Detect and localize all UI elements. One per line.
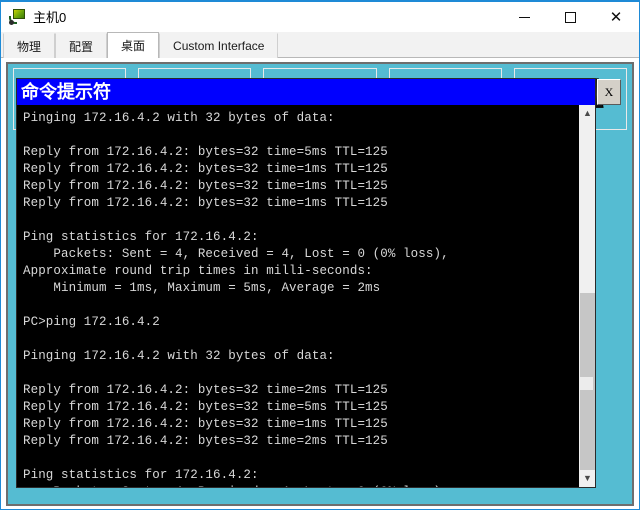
window-title: 主机0: [33, 9, 67, 25]
tab-bar: 物理 配置 桌面 Custom Interface: [1, 32, 639, 58]
console-line: PC>ping 172.16.4.2: [23, 315, 160, 329]
tab-physical[interactable]: 物理: [3, 33, 56, 58]
console-line: Minimum = 1ms, Maximum = 5ms, Average = …: [23, 281, 381, 295]
console-line: Reply from 172.16.4.2: bytes=32 time=1ms…: [23, 162, 388, 176]
tab-config[interactable]: 配置: [55, 33, 108, 58]
command-prompt-window: 命令提示符 X Pinging 172.16.4.2 with 32 bytes…: [16, 78, 621, 488]
console-line: Reply from 172.16.4.2: bytes=32 time=1ms…: [23, 196, 388, 210]
console-line: Ping statistics for 172.16.4.2:: [23, 468, 259, 482]
console-scrollbar[interactable]: ▲ ▼: [578, 105, 595, 487]
console-line: Reply from 172.16.4.2: bytes=32 time=1ms…: [23, 179, 388, 193]
console-line: Ping statistics for 172.16.4.2:: [23, 230, 259, 244]
window-title-bar: 主机0 ✕: [1, 2, 639, 32]
scrollbar-grip: [580, 377, 593, 390]
tab-custom-interface[interactable]: Custom Interface: [159, 33, 279, 58]
scroll-down-icon[interactable]: ▼: [579, 470, 595, 487]
console-line: Pinging 172.16.4.2 with 32 bytes of data…: [23, 111, 335, 125]
cmd-title-bar[interactable]: 命令提示符 X: [17, 79, 621, 105]
minimize-button[interactable]: [501, 2, 547, 32]
console-line: Reply from 172.16.4.2: bytes=32 time=1ms…: [23, 417, 388, 431]
console-line: Reply from 172.16.4.2: bytes=32 time=2ms…: [23, 434, 388, 448]
tab-desktop[interactable]: 桌面: [107, 32, 160, 58]
application-window: 主机0 ✕ 物理 配置 桌面 Custom Interface 命令提示符 X …: [0, 0, 640, 510]
window-controls: ✕: [501, 2, 639, 32]
console-line: Reply from 172.16.4.2: bytes=32 time=5ms…: [23, 145, 388, 159]
desktop-surface[interactable]: 命令提示符 X Pinging 172.16.4.2 with 32 bytes…: [6, 62, 634, 506]
cmd-close-button[interactable]: X: [597, 79, 621, 105]
console-line: Reply from 172.16.4.2: bytes=32 time=2ms…: [23, 383, 388, 397]
cmd-body: Pinging 172.16.4.2 with 32 bytes of data…: [17, 105, 595, 487]
maximize-button[interactable]: [547, 2, 593, 32]
desktop-panel: 命令提示符 X Pinging 172.16.4.2 with 32 bytes…: [1, 58, 639, 509]
console-output[interactable]: Pinging 172.16.4.2 with 32 bytes of data…: [17, 105, 578, 487]
console-line: Packets: Sent = 4, Received = 4, Lost = …: [23, 247, 449, 261]
console-line: Approximate round trip times in milli-se…: [23, 264, 373, 278]
cmd-title-text: 命令提示符: [21, 82, 111, 102]
close-button[interactable]: ✕: [593, 2, 639, 32]
console-line: Reply from 172.16.4.2: bytes=32 time=5ms…: [23, 400, 388, 414]
scroll-up-icon[interactable]: ▲: [579, 105, 595, 122]
host-device-icon: [9, 8, 27, 26]
console-line: Packets: Sent = 4, Received = 4, Lost = …: [23, 484, 578, 487]
console-line: Pinging 172.16.4.2 with 32 bytes of data…: [23, 349, 335, 363]
